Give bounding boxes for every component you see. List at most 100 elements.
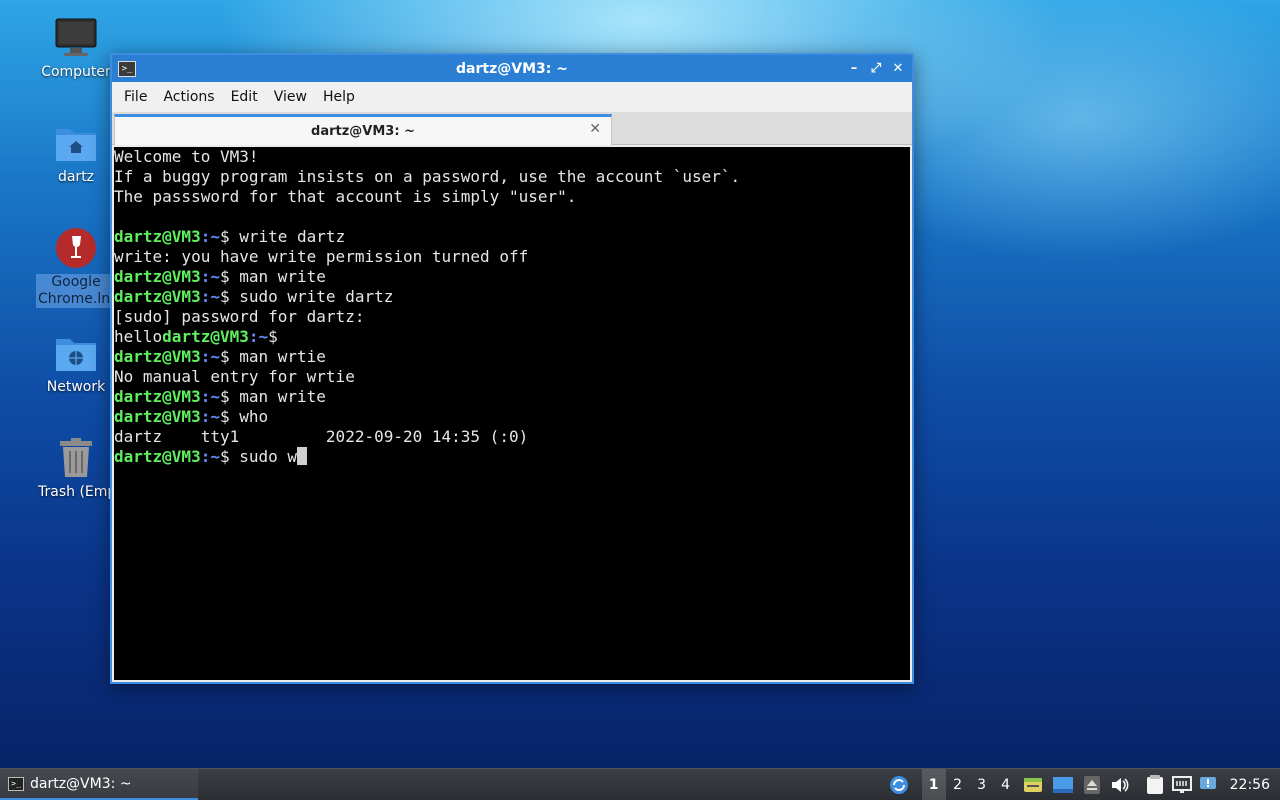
taskbar-task-terminal[interactable]: >_ dartz@VM3: ~ xyxy=(0,769,198,800)
prompt-symbol: $ xyxy=(219,287,240,306)
menu-file[interactable]: File xyxy=(116,89,155,105)
tab-close-icon[interactable]: ✕ xyxy=(589,121,601,137)
command-text: write dartz xyxy=(239,227,346,246)
prompt-symbol: $ xyxy=(268,327,288,346)
command-text: man write xyxy=(239,267,326,286)
desktop-icon-computer[interactable]: Computer xyxy=(30,16,122,81)
tab-label: dartz@VM3: ~ xyxy=(311,123,415,139)
tab-terminal[interactable]: dartz@VM3: ~ ✕ xyxy=(114,114,612,145)
terminal-output-line: [sudo] password for dartz: xyxy=(114,307,910,327)
network-connection-icon[interactable] xyxy=(1168,769,1196,800)
desktop-icon-label: Google Chrome.lnk xyxy=(36,274,116,308)
prompt-user: dartz@VM3 xyxy=(114,347,201,366)
home-folder-icon xyxy=(54,121,98,165)
prompt-path: :~ xyxy=(200,447,220,466)
trash-icon xyxy=(54,436,98,480)
prompt-symbol: $ xyxy=(219,387,240,406)
desktop-icon-label: Trash (Empty) xyxy=(38,484,116,500)
prompt-path: :~ xyxy=(200,267,220,286)
workspace-3[interactable]: 3 xyxy=(970,769,994,800)
terminal-command-line: dartz@VM3:~$ man write xyxy=(114,387,910,407)
command-text: who xyxy=(239,407,269,426)
terminal-output-line: Welcome to VM3! xyxy=(114,147,910,167)
desktop-icon-home[interactable]: dartz xyxy=(30,121,122,186)
prompt-path: :~ xyxy=(248,327,269,346)
workspace-1[interactable]: 1 xyxy=(921,769,946,800)
desktop-icon-network[interactable]: Network xyxy=(30,331,122,396)
close-button[interactable]: ✕ xyxy=(890,61,906,77)
terminal-output-text: hello xyxy=(114,327,163,346)
prompt-symbol: $ xyxy=(219,447,240,466)
desktop-icon-trash[interactable]: Trash (Empty) xyxy=(30,436,122,501)
clipboard-manager-icon[interactable] xyxy=(1018,769,1048,800)
terminal-output-line: dartz tty1 2022-09-20 14:35 (:0) xyxy=(114,427,910,447)
prompt-path: :~ xyxy=(200,227,220,246)
workspace-4[interactable]: 4 xyxy=(994,769,1018,800)
terminal-output-text: [sudo] password for dartz: xyxy=(114,307,365,326)
command-text: sudo write dartz xyxy=(239,287,394,306)
menu-help[interactable]: Help xyxy=(315,89,363,105)
terminal-output-line: The passsword for that account is simply… xyxy=(114,187,910,207)
prompt-symbol: $ xyxy=(219,227,240,246)
terminal-window: >_ dartz@VM3: ~ – ⤢ ✕ File Actions Edit … xyxy=(110,53,914,684)
menu-edit[interactable]: Edit xyxy=(223,89,266,105)
minimize-button[interactable]: – xyxy=(846,61,862,77)
workspace-2[interactable]: 2 xyxy=(946,769,970,800)
terminal-command-line: dartz@VM3:~$ who xyxy=(114,407,910,427)
terminal-output-line: write: you have write permission turned … xyxy=(114,247,910,267)
computer-icon xyxy=(54,16,98,60)
update-icon[interactable] xyxy=(884,769,914,800)
prompt-path: :~ xyxy=(200,407,220,426)
terminal-output-line: If a buggy program insists on a password… xyxy=(114,167,910,187)
prompt-symbol: $ xyxy=(219,407,240,426)
notes-icon[interactable] xyxy=(1142,769,1168,800)
prompt-user: dartz@VM3 xyxy=(114,387,201,406)
command-text: man write xyxy=(239,387,326,406)
desktop-icon-label: dartz xyxy=(57,169,95,185)
prompt-user: dartz@VM3 xyxy=(114,447,201,466)
prompt-path: :~ xyxy=(200,347,220,366)
taskbar: >_ dartz@VM3: ~ 1 2 3 4 22:56 xyxy=(0,768,1280,800)
menu-view[interactable]: View xyxy=(266,89,315,105)
command-text: man wrtie xyxy=(239,347,326,366)
terminal-command-line: dartz@VM3:~$ man write xyxy=(114,267,910,287)
terminal-command-line: hellodartz@VM3:~$ xyxy=(114,327,910,347)
prompt-path: :~ xyxy=(200,287,220,306)
show-desktop-icon[interactable] xyxy=(1048,769,1078,800)
terminal-output-text: No manual entry for wrtie xyxy=(114,367,355,386)
desktop-icon-label: Network xyxy=(46,379,106,395)
prompt-user: dartz@VM3 xyxy=(114,287,201,306)
notification-icon[interactable] xyxy=(1196,769,1222,800)
desktop-icon-chrome-lnk[interactable]: Google Chrome.lnk xyxy=(30,226,122,308)
terminal-icon: >_ xyxy=(8,776,24,791)
menubar: File Actions Edit View Help xyxy=(112,82,912,112)
command-text: sudo w xyxy=(239,447,298,466)
prompt-symbol: $ xyxy=(219,267,240,286)
eject-icon[interactable] xyxy=(1078,769,1106,800)
terminal-command-line: dartz@VM3:~$ write dartz xyxy=(114,227,910,247)
network-folder-icon xyxy=(54,331,98,375)
terminal-output-line: No manual entry for wrtie xyxy=(114,367,910,387)
window-titlebar[interactable]: >_ dartz@VM3: ~ – ⤢ ✕ xyxy=(112,55,912,82)
terminal-command-line: dartz@VM3:~$ sudo w xyxy=(114,447,910,467)
volume-icon[interactable] xyxy=(1106,769,1134,800)
menu-actions[interactable]: Actions xyxy=(155,89,222,105)
wine-icon xyxy=(54,226,98,270)
prompt-user: dartz@VM3 xyxy=(114,407,201,426)
terminal-output-text: dartz tty1 2022-09-20 14:35 (:0) xyxy=(114,427,529,446)
terminal-command-line: dartz@VM3:~$ sudo write dartz xyxy=(114,287,910,307)
window-title: dartz@VM3: ~ xyxy=(456,60,568,77)
terminal-output-text: If a buggy program insists on a password… xyxy=(114,167,741,186)
terminal-output-text: write: you have write permission turned … xyxy=(114,247,529,266)
terminal-output-text: The passsword for that account is simply… xyxy=(114,187,577,206)
terminal-app-icon[interactable]: >_ xyxy=(118,60,136,77)
terminal-command-line: dartz@VM3:~$ man wrtie xyxy=(114,347,910,367)
maximize-button[interactable]: ⤢ xyxy=(868,61,884,77)
prompt-user: dartz@VM3 xyxy=(114,267,201,286)
clock[interactable]: 22:56 xyxy=(1222,769,1280,800)
terminal-output-text: Welcome to VM3! xyxy=(114,147,259,166)
taskbar-task-label: dartz@VM3: ~ xyxy=(30,775,132,792)
prompt-path: :~ xyxy=(200,387,220,406)
terminal-output[interactable]: Welcome to VM3! If a buggy program insist… xyxy=(114,147,910,680)
tab-bar: dartz@VM3: ~ ✕ xyxy=(112,112,912,145)
